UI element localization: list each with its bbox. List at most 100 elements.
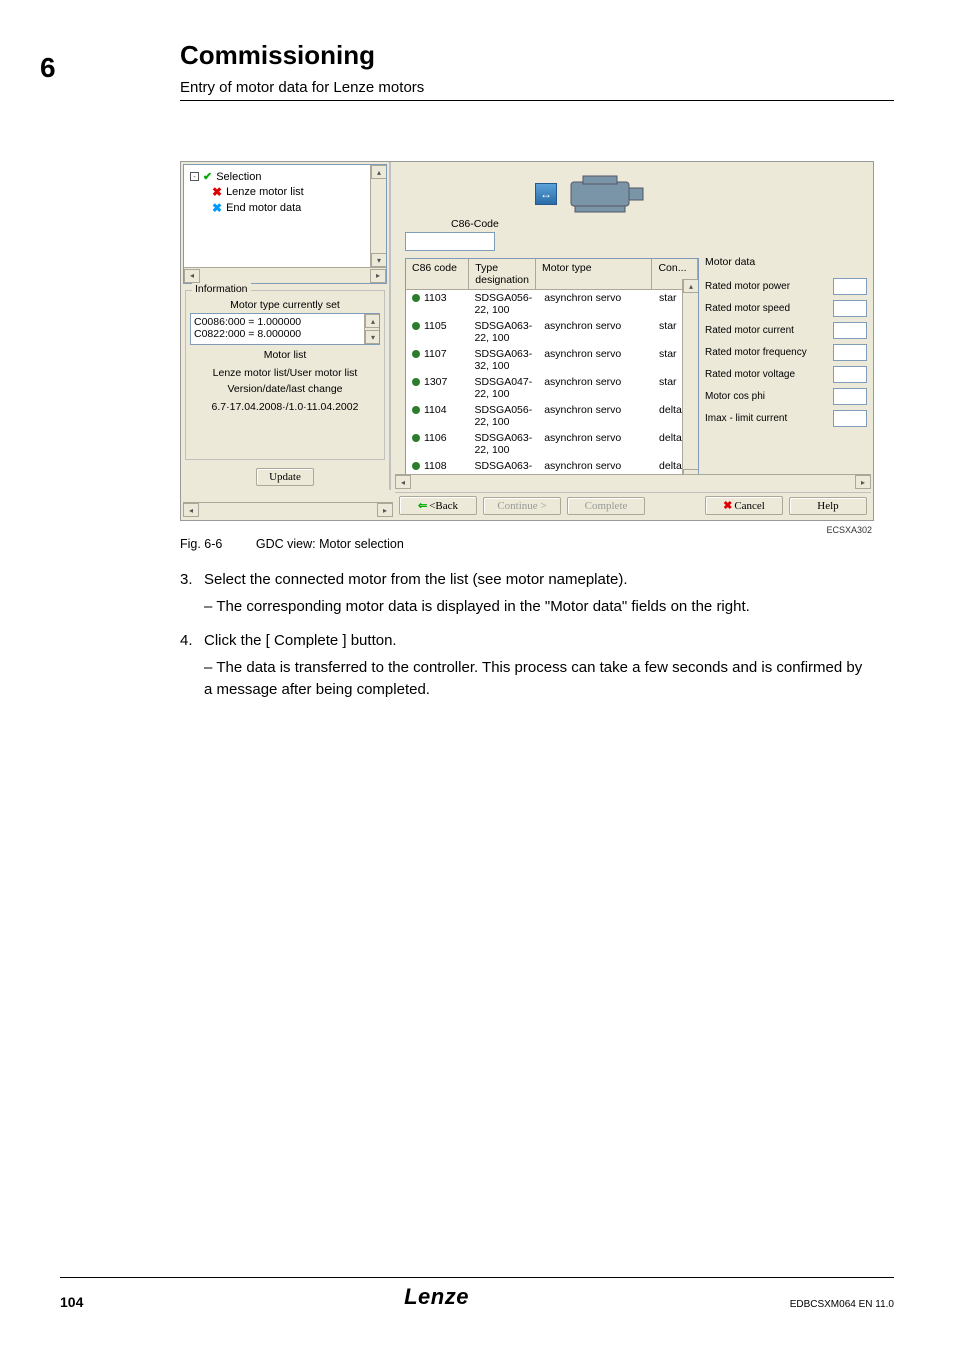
bullet-icon — [412, 322, 420, 330]
step-number: 3. — [180, 569, 204, 618]
motor-data-panel: Motor data Rated motor power Rated motor … — [705, 256, 867, 432]
field-input[interactable] — [833, 322, 867, 339]
field-input[interactable] — [833, 278, 867, 295]
scrollbar-vertical[interactable]: ▴ ▾ — [370, 165, 386, 267]
motor-data-field: Rated motor frequency — [705, 344, 867, 361]
scrollbar-vertical[interactable]: ▴ ▾ — [682, 279, 698, 483]
check-icon: ✔ — [203, 170, 212, 183]
subtitle: Entry of motor data for Lenze motors — [180, 79, 894, 96]
table-row[interactable]: 1104SDSGA056-22, 100asynchron servodelta — [406, 402, 698, 430]
scroll-up-icon[interactable]: ▴ — [683, 279, 699, 293]
steps-list: 3. Select the connected motor from the l… — [180, 569, 874, 702]
page-footer: 104 Lenze EDBCSXM064 EN 11.0 — [60, 1277, 894, 1310]
c86-input[interactable] — [405, 232, 495, 251]
arrow-icon: ↔ — [535, 183, 557, 205]
scroll-up-icon[interactable]: ▴ — [371, 165, 387, 179]
motor-data-field: Rated motor voltage — [705, 366, 867, 383]
wizard-button-bar: ⇐<Back Continue > Complete ✖Cancel Help — [395, 492, 871, 518]
bullet-icon — [412, 406, 420, 414]
group-title: Information — [192, 283, 251, 295]
col-type[interactable]: Type designation — [469, 259, 536, 289]
version-value: 6.7·17.04.2008·/1.0·11.04.2002 — [190, 401, 380, 413]
table-row[interactable]: 1103SDSGA056-22, 100asynchron servostar — [406, 290, 698, 318]
bullet-icon — [412, 434, 420, 442]
motor-data-field: Rated motor speed — [705, 300, 867, 317]
cancel-button[interactable]: ✖Cancel — [705, 496, 783, 515]
table-row[interactable]: 1107SDSGA063-32, 100asynchron servostar — [406, 346, 698, 374]
scroll-down-icon[interactable]: ▾ — [365, 330, 380, 344]
list-item: C0086:000 = 1.000000 — [194, 316, 376, 328]
scroll-left-icon[interactable]: ◂ — [395, 475, 411, 489]
bullet-icon — [412, 378, 420, 386]
tree-item-lenze[interactable]: Lenze motor list — [226, 186, 304, 198]
scroll-right-icon[interactable]: ▸ — [855, 475, 871, 489]
scrollbar-horizontal[interactable]: ◂ ▸ — [395, 474, 871, 490]
motor-data-title: Motor data — [705, 256, 867, 268]
field-input[interactable] — [833, 344, 867, 361]
field-input[interactable] — [833, 410, 867, 427]
motor-list-label: Motor list — [190, 349, 380, 361]
scroll-left-icon[interactable]: ◂ — [183, 503, 199, 517]
field-label: Motor cos phi — [705, 391, 833, 402]
motor-type-list[interactable]: C0086:000 = 1.000000 C0822:000 = 8.00000… — [190, 313, 380, 345]
motor-data-field: Rated motor current — [705, 322, 867, 339]
motor-grid[interactable]: C86 code Type designation Motor type Con… — [405, 258, 699, 484]
list-item: C0822:000 = 8.000000 — [194, 328, 376, 340]
scroll-down-icon[interactable]: ▾ — [371, 253, 387, 267]
motor-type-label: Motor type currently set — [190, 299, 380, 311]
page-number: 104 — [60, 1294, 83, 1310]
step-sub: The corresponding motor data is displaye… — [216, 598, 749, 615]
c86-label: C86-Code — [451, 218, 499, 230]
table-row[interactable]: 1106SDSGA063-22, 100asynchron servodelta — [406, 430, 698, 458]
scroll-right-icon[interactable]: ▸ — [370, 269, 386, 283]
col-motor[interactable]: Motor type — [536, 259, 652, 289]
field-label: Rated motor power — [705, 281, 833, 292]
information-group: Information Motor type currently set C00… — [185, 290, 385, 460]
field-input[interactable] — [833, 388, 867, 405]
complete-button[interactable]: Complete — [567, 497, 645, 515]
bullet-icon — [412, 462, 420, 470]
x-icon: ✖ — [212, 201, 222, 215]
field-input[interactable] — [833, 300, 867, 317]
continue-button[interactable]: Continue > — [483, 497, 561, 515]
scroll-right-icon[interactable]: ▸ — [377, 503, 393, 517]
step-number: 4. — [180, 630, 204, 702]
header-rule — [180, 100, 894, 101]
scrollbar-horizontal[interactable]: ◂ ▸ — [183, 502, 393, 518]
scrollbar-horizontal[interactable]: ◂ ▸ — [184, 267, 386, 283]
update-button[interactable]: Update — [256, 468, 314, 486]
step-sub: The data is transferred to the controlle… — [204, 659, 862, 699]
motor-data-field: Motor cos phi — [705, 388, 867, 405]
scroll-left-icon[interactable]: ◂ — [184, 269, 200, 283]
image-id: ECSXA302 — [180, 525, 872, 535]
col-c86[interactable]: C86 code — [406, 259, 469, 289]
table-row[interactable]: 1307SDSGA047-22, 100asynchron servostar — [406, 374, 698, 402]
document-id: EDBCSXM064 EN 11.0 — [790, 1299, 894, 1310]
bullet-icon — [412, 350, 420, 358]
figure-text: GDC view: Motor selection — [256, 537, 404, 551]
brand-logo: Lenze — [404, 1284, 469, 1310]
arrow-left-icon: ⇐ — [418, 500, 427, 512]
step-text: Select the connected motor from the list… — [204, 569, 874, 592]
tree-item-end[interactable]: End motor data — [226, 202, 301, 214]
figure-number: Fig. 6-6 — [180, 537, 222, 551]
motor-data-field: Rated motor power — [705, 278, 867, 295]
tree-pane[interactable]: -✔Selection ✖Lenze motor list ✖End motor… — [183, 164, 387, 284]
x-icon: ✖ — [212, 185, 222, 199]
step-text: Click the [ Complete ] button. — [204, 630, 874, 653]
left-panel: -✔Selection ✖Lenze motor list ✖End motor… — [181, 162, 391, 490]
tree-root[interactable]: Selection — [216, 171, 261, 183]
back-button[interactable]: ⇐<Back — [399, 496, 477, 515]
motor-icon — [561, 172, 651, 216]
motor-image: ↔ — [533, 170, 653, 218]
version-label: Version/date/last change — [190, 383, 380, 395]
motor-data-field: Imax - limit current — [705, 410, 867, 427]
field-input[interactable] — [833, 366, 867, 383]
field-label: Rated motor frequency — [705, 347, 833, 358]
figure-caption: Fig. 6-6 GDC view: Motor selection — [180, 537, 874, 551]
help-button[interactable]: Help — [789, 497, 867, 515]
close-icon: ✖ — [723, 500, 732, 512]
motor-list-value: Lenze motor list/User motor list — [190, 367, 380, 379]
table-row[interactable]: 1105SDSGA063-22, 100asynchron servostar — [406, 318, 698, 346]
scroll-up-icon[interactable]: ▴ — [365, 314, 380, 328]
